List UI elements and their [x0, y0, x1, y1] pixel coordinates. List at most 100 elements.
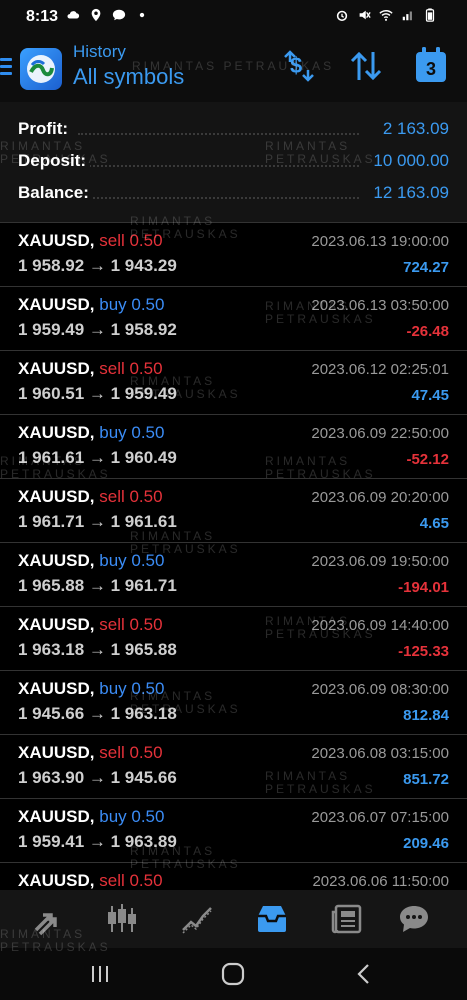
svg-text:$: $ [290, 53, 302, 78]
sort-button[interactable] [349, 48, 383, 89]
summary-row-balance: Balance: 12 163.09 [18, 183, 449, 207]
trade-row[interactable]: XAUUSD, buy 0.50 1 959.49 → 1 958.92 202… [0, 286, 467, 350]
trade-symbol: XAUUSD, [18, 487, 95, 506]
trade-symbol: XAUUSD, [18, 359, 95, 378]
trade-prices: 1 961.61 → 1 960.49 [18, 448, 177, 467]
trade-row[interactable]: XAUUSD, sell 0.50 1 961.71 → 1 961.61 20… [0, 478, 467, 542]
trade-side: sell 0.50 [99, 871, 163, 890]
trade-prices: 1 958.92 → 1 943.29 [18, 256, 177, 275]
trade-side: buy 0.50 [99, 295, 165, 314]
page-title[interactable]: All symbols [73, 64, 184, 90]
trade-side: sell 0.50 [99, 359, 163, 378]
sort-arrows-icon [350, 51, 382, 81]
nav-tab-messages[interactable] [384, 890, 444, 948]
trade-symbol: XAUUSD, [18, 295, 95, 314]
home-button[interactable] [213, 960, 253, 988]
trade-profit: -194.01 [398, 579, 449, 596]
summary-panel: Profit: 2 163.09 Deposit: 10 000.00 Bala… [0, 102, 467, 222]
system-nav-bar [0, 948, 467, 1000]
battery-icon [425, 8, 435, 22]
trade-profit: 851.72 [403, 771, 449, 788]
trade-side: sell 0.50 [99, 487, 163, 506]
messages-icon [400, 906, 428, 932]
news-icon [331, 904, 362, 934]
recent-apps-button[interactable] [80, 960, 120, 988]
trade-row[interactable]: XAUUSD, buy 0.50 1 959.41 → 1 963.89 202… [0, 798, 467, 862]
summary-label: Deposit: [18, 151, 90, 171]
period-calendar-button[interactable]: 3 [414, 46, 448, 89]
trade-prices: 1 945.66 → 1 963.18 [18, 704, 177, 723]
trade-row[interactable]: XAUUSD, buy 0.50 1 961.61 → 1 960.49 202… [0, 414, 467, 478]
nav-tab-news[interactable] [317, 890, 377, 948]
trade-profit: -26.48 [406, 323, 449, 340]
trade-row[interactable]: XAUUSD, sell 0.50 1 963.90 → 1 945.66 20… [0, 734, 467, 798]
dotted-leader [78, 133, 359, 135]
trade-symbol: XAUUSD, [18, 807, 95, 826]
trade-time: 2023.06.09 20:20:00 [311, 489, 449, 506]
trade-prices: 1 965.88 → 1 961.71 [18, 576, 177, 595]
dotted-leader [78, 165, 359, 167]
summary-row-profit: Profit: 2 163.09 [18, 119, 449, 143]
trade-profit: -125.33 [398, 643, 449, 660]
trade-symbol: XAUUSD, [18, 743, 95, 762]
trade-symbol: XAUUSD, [18, 231, 95, 250]
cloud-icon [67, 11, 80, 19]
deposit-filter-button[interactable]: $ [281, 48, 317, 89]
dotted-leader [78, 197, 359, 199]
trade-profit: 4.65 [419, 515, 449, 532]
trade-time: 2023.06.13 19:00:00 [311, 233, 449, 250]
nav-tab-trade[interactable] [167, 890, 227, 948]
mute-icon [359, 10, 371, 20]
trade-side: sell 0.50 [99, 615, 163, 634]
summary-value: 12 163.09 [369, 183, 449, 203]
trade-side: buy 0.50 [99, 807, 165, 826]
trade-row[interactable]: XAUUSD, sell 0.50 1 958.92 → 1 943.29 20… [0, 222, 467, 286]
trade-profit: 812.84 [403, 707, 449, 724]
trade-time: 2023.06.09 08:30:00 [311, 681, 449, 698]
trade-time: 2023.06.08 03:15:00 [311, 745, 449, 762]
summary-value: 10 000.00 [369, 151, 449, 171]
recent-apps-icon [92, 966, 108, 982]
trade-side: sell 0.50 [99, 231, 163, 250]
back-button[interactable] [344, 960, 384, 988]
app-header: History All symbols $ 3 [0, 34, 467, 102]
summary-value: 2 163.09 [378, 119, 449, 139]
line-chart-icon [182, 907, 212, 934]
app-logo [20, 48, 62, 90]
trade-row[interactable]: XAUUSD, sell 0.50 1 963.18 → 1 965.88 20… [0, 606, 467, 670]
history-inbox-icon [258, 906, 286, 932]
nav-tab-quotes[interactable] [17, 890, 77, 948]
trade-side: buy 0.50 [99, 551, 165, 570]
trade-row[interactable]: XAUUSD, sell 0.50 1 960.51 → 1 959.49 20… [0, 350, 467, 414]
nav-tab-chart[interactable] [92, 890, 152, 948]
trade-profit: 47.45 [411, 387, 449, 404]
trade-prices: 1 959.41 → 1 963.89 [18, 832, 177, 851]
trade-row[interactable]: XAUUSD, sell 0.50 2023.06.06 11:50:00 [0, 862, 467, 890]
wifi-icon [379, 10, 393, 21]
trade-list[interactable]: XAUUSD, sell 0.50 1 958.92 → 1 943.29 20… [0, 222, 467, 890]
trade-time: 2023.06.09 19:50:00 [311, 553, 449, 570]
menu-icon[interactable] [0, 58, 12, 79]
dollar-arrows-icon: $ [284, 50, 314, 82]
nav-tab-history[interactable] [242, 890, 302, 948]
trade-prices: 1 959.49 → 1 958.92 [18, 320, 177, 339]
trade-symbol: XAUUSD, [18, 679, 95, 698]
trade-prices: 1 963.18 → 1 965.88 [18, 640, 177, 659]
trade-symbol: XAUUSD, [18, 615, 95, 634]
trade-time: 2023.06.09 14:40:00 [311, 617, 449, 634]
trade-row[interactable]: XAUUSD, buy 0.50 1 945.66 → 1 963.18 202… [0, 670, 467, 734]
trade-symbol: XAUUSD, [18, 423, 95, 442]
trade-prices: 1 961.71 → 1 961.61 [18, 512, 177, 531]
trade-time: 2023.06.07 07:15:00 [311, 809, 449, 826]
calendar-day: 3 [425, 59, 436, 79]
signal-icon [402, 11, 412, 21]
summary-label: Profit: [18, 119, 73, 139]
trade-prices: 1 963.90 → 1 945.66 [18, 768, 177, 787]
trade-time: 2023.06.09 22:50:00 [311, 425, 449, 442]
trade-time: 2023.06.13 03:50:00 [311, 297, 449, 314]
trade-prices: 1 960.51 → 1 959.49 [18, 384, 177, 403]
trade-side: buy 0.50 [99, 423, 165, 442]
trade-side: buy 0.50 [99, 679, 165, 698]
location-icon [91, 8, 101, 22]
trade-row[interactable]: XAUUSD, buy 0.50 1 965.88 → 1 961.71 202… [0, 542, 467, 606]
